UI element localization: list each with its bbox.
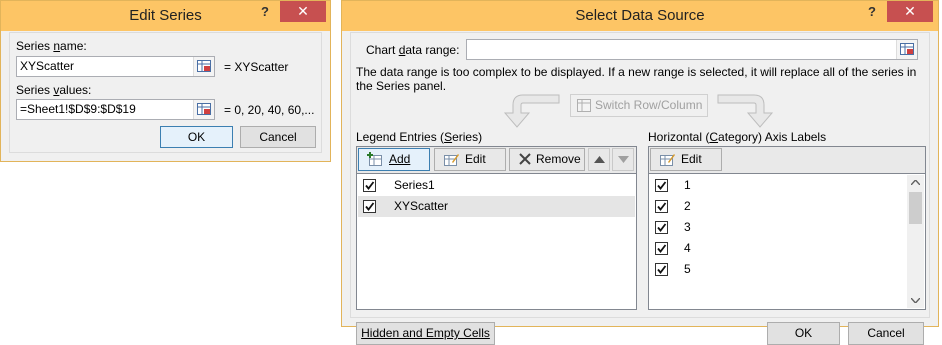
axis-label-checkbox[interactable] <box>655 263 668 276</box>
list-item[interactable]: Series1 <box>358 175 635 196</box>
cancel-button[interactable]: Cancel <box>848 322 924 345</box>
axis-label-value: 3 <box>684 220 691 234</box>
axis-labels-header: Horizontal (Category) Axis Labels <box>648 130 827 144</box>
switch-row-column-button[interactable]: Switch Row/Column <box>570 94 708 117</box>
list-item[interactable]: 2 <box>650 196 924 217</box>
axis-label-checkbox[interactable] <box>655 179 668 192</box>
series-label: XYScatter <box>394 199 449 213</box>
hidden-empty-cells-button[interactable]: Hidden and Empty Cells <box>356 322 495 345</box>
select-data-source-dialog: Select Data Source ? ✕ Chart data range:… <box>341 0 939 345</box>
axis-label-checkbox[interactable] <box>655 200 668 213</box>
axis-label-checkbox[interactable] <box>655 242 668 255</box>
range-selector-button[interactable] <box>193 100 214 119</box>
list-item[interactable]: 5 <box>650 259 924 280</box>
select-data-source-titlebar[interactable]: Select Data Source <box>342 1 938 31</box>
add-label: Add <box>389 152 411 166</box>
series-values-input[interactable]: =Sheet1!$D$9:$D$19 <box>16 99 215 120</box>
scroll-down-icon[interactable] <box>911 298 920 303</box>
triangle-down-icon <box>618 156 629 163</box>
axis-label-value: 1 <box>684 178 691 192</box>
list-item[interactable]: XYScatter <box>358 196 635 217</box>
edit-series-dialog: Edit Series ? ✕ Series name: XYScatter =… <box>0 0 331 162</box>
remove-icon <box>519 153 531 165</box>
close-button[interactable]: ✕ <box>887 1 933 22</box>
ok-button[interactable]: OK <box>767 322 840 345</box>
list-item[interactable]: 3 <box>650 217 924 238</box>
cancel-button[interactable]: Cancel <box>240 126 316 148</box>
edit-icon <box>660 154 675 166</box>
scroll-up-icon[interactable] <box>911 180 920 185</box>
scroll-thumb[interactable] <box>909 192 922 224</box>
add-series-button[interactable]: Add <box>358 148 430 171</box>
add-icon <box>367 152 382 166</box>
legend-entries-list[interactable]: Series1 XYScatter <box>356 173 637 310</box>
axis-label-value: 4 <box>684 241 691 255</box>
close-button[interactable]: ✕ <box>280 1 326 22</box>
move-down-button[interactable] <box>612 148 634 171</box>
select-data-source-panel: Chart data range: The data range is too … <box>350 32 930 345</box>
series-name-input[interactable]: XYScatter <box>16 56 215 77</box>
series-values-preview: = 0, 20, 40, 60,... <box>224 103 315 117</box>
move-up-button[interactable] <box>588 148 610 171</box>
remove-label: Remove <box>536 152 581 166</box>
hidden-empty-cells-label: Hidden and Empty Cells <box>361 326 490 340</box>
edit-axis-labels-button[interactable]: Edit <box>650 148 722 171</box>
help-button[interactable]: ? <box>862 1 882 23</box>
series-name-label: Series name: <box>16 39 87 53</box>
swap-left-arrow-icon <box>503 94 560 128</box>
range-selector-button[interactable] <box>896 40 917 59</box>
axis-labels-list[interactable]: 1 2 3 4 5 <box>648 173 926 310</box>
series-checkbox[interactable] <box>363 179 376 192</box>
switch-row-column-label: Switch Row/Column <box>595 98 703 112</box>
list-item[interactable]: 4 <box>650 238 924 259</box>
chart-data-range-label: Chart data range: <box>366 43 460 57</box>
ok-button[interactable]: OK <box>160 126 233 148</box>
list-item[interactable]: 1 <box>650 175 924 196</box>
series-label: Series1 <box>394 178 435 192</box>
edit-series-panel: Series name: XYScatter = XYScatter Serie… <box>9 32 322 153</box>
edit-label: Edit <box>465 152 486 166</box>
series-values-label: Series values: <box>16 83 92 97</box>
edit-label: Edit <box>681 152 702 166</box>
help-button[interactable]: ? <box>255 1 275 23</box>
axis-label-checkbox[interactable] <box>655 221 668 234</box>
switch-icon <box>577 99 591 112</box>
complex-range-message: The data range is too complex to be disp… <box>356 65 917 93</box>
triangle-up-icon <box>594 156 605 163</box>
axis-label-value: 2 <box>684 199 691 213</box>
axis-label-value: 5 <box>684 262 691 276</box>
edit-icon <box>444 154 459 166</box>
vertical-scrollbar[interactable] <box>907 175 924 308</box>
series-checkbox[interactable] <box>363 200 376 213</box>
swap-right-arrow-icon <box>717 94 774 128</box>
edit-series-title: Edit Series <box>129 7 202 24</box>
select-data-source-title: Select Data Source <box>575 7 705 24</box>
edit-series-button[interactable]: Edit <box>434 148 506 171</box>
remove-series-button[interactable]: Remove <box>509 148 585 171</box>
chart-data-range-input[interactable] <box>466 39 918 60</box>
legend-entries-header: Legend Entries (Series) <box>356 130 483 144</box>
range-selector-button[interactable] <box>193 57 214 76</box>
series-name-preview: = XYScatter <box>224 60 289 74</box>
